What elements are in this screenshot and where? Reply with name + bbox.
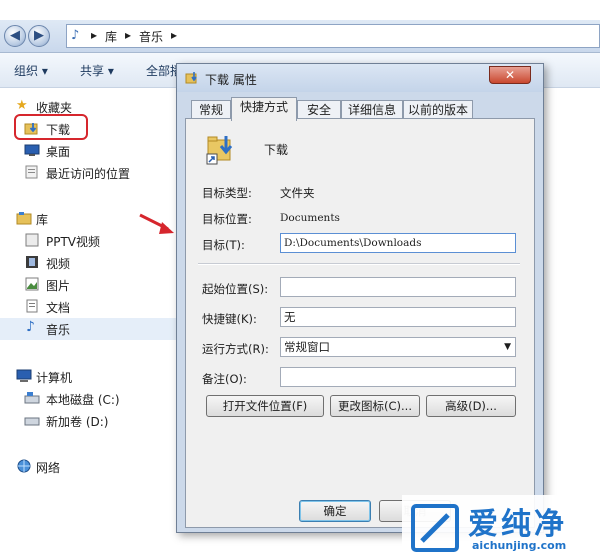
run-select[interactable]: 常规窗口 ▼ bbox=[280, 337, 516, 357]
shortcut-key-input[interactable]: 无 bbox=[280, 307, 516, 327]
video-library-icon bbox=[25, 233, 39, 247]
forward-button[interactable]: ▶ bbox=[28, 25, 50, 47]
red-arrow-icon bbox=[139, 213, 174, 234]
downloads-folder-icon bbox=[24, 123, 38, 135]
documents-icon bbox=[26, 299, 38, 313]
run-label: 运行方式(R): bbox=[202, 342, 269, 356]
open-file-location-button[interactable]: 打开文件位置(F) bbox=[206, 395, 324, 417]
tab-security[interactable]: 安全 bbox=[297, 100, 341, 120]
pictures-icon bbox=[25, 277, 39, 291]
target-location-value: Documents bbox=[280, 212, 340, 224]
target-type-label: 目标类型: bbox=[202, 186, 252, 200]
nav-network-label: 网络 bbox=[36, 461, 61, 475]
nav-item-drive-c[interactable]: 本地磁盘 (C:) bbox=[0, 388, 176, 410]
network-icon bbox=[17, 459, 31, 473]
logo-mark-icon bbox=[411, 504, 459, 552]
tab-previous-versions[interactable]: 以前的版本 bbox=[403, 100, 473, 120]
logo-url: aichunjing.com bbox=[472, 539, 567, 552]
target-type-value: 文件夹 bbox=[280, 186, 315, 200]
breadcrumb-sep-icon: ▸ bbox=[125, 28, 132, 42]
star-icon: ★ bbox=[16, 98, 28, 113]
site-logo: 爱纯净 aichunjing.com bbox=[402, 495, 600, 560]
close-icon: ✕ bbox=[504, 68, 516, 82]
logo-text: 爱纯净 bbox=[468, 507, 567, 542]
target-label: 目标(T): bbox=[202, 238, 245, 252]
tab-details[interactable]: 详细信息 bbox=[341, 100, 403, 120]
nav-item-pictures[interactable]: 图片 bbox=[0, 274, 176, 296]
properties-dialog: 下载 属性 ✕ 常规 快捷方式 安全 详细信息 以前的版本 下载 目标类型: 文… bbox=[176, 63, 544, 533]
tab-shortcut[interactable]: 快捷方式 bbox=[231, 97, 297, 121]
nav-drive-d-label: 新加卷 (D:) bbox=[46, 415, 109, 429]
nav-drive-c-label: 本地磁盘 (C:) bbox=[46, 393, 120, 407]
libraries-icon bbox=[16, 212, 32, 225]
nav-pptv-label: PPTV视频 bbox=[46, 235, 101, 249]
nav-item-documents[interactable]: 文档 bbox=[0, 296, 176, 318]
folder-download-icon bbox=[185, 72, 197, 84]
nav-item-drive-d[interactable]: 新加卷 (D:) bbox=[0, 410, 176, 432]
organize-menu[interactable]: 组织 ▾ bbox=[14, 62, 48, 79]
desktop-icon bbox=[24, 144, 40, 156]
nav-videos-label: 视频 bbox=[46, 257, 71, 271]
nav-network[interactable]: 网络 bbox=[0, 456, 176, 478]
dialog-tab-content: 下载 目标类型: 文件夹 目标位置: Documents 目标(T): D:\D… bbox=[185, 118, 535, 528]
nav-desktop-label: 桌面 bbox=[46, 145, 71, 159]
music-note-icon: ♪ bbox=[26, 319, 35, 335]
ok-button[interactable]: 确定 bbox=[299, 500, 371, 522]
breadcrumb-music[interactable]: 音乐 bbox=[139, 28, 163, 45]
nav-downloads-label: 下载 bbox=[46, 123, 71, 137]
nav-computer[interactable]: 计算机 bbox=[0, 366, 176, 388]
recent-places-icon bbox=[25, 165, 38, 179]
close-button[interactable]: ✕ bbox=[489, 66, 531, 84]
dropdown-arrow-icon: ▼ bbox=[504, 342, 511, 352]
target-input[interactable]: D:\Documents\Downloads bbox=[280, 233, 516, 253]
tab-general[interactable]: 常规 bbox=[191, 100, 231, 120]
drive-icon bbox=[24, 417, 40, 426]
shortcut-key-label: 快捷键(K): bbox=[202, 312, 257, 326]
breadcrumb-sep-icon: ▸ bbox=[171, 28, 178, 42]
breadcrumb-library[interactable]: 库 bbox=[105, 28, 117, 45]
shortcut-name: 下载 bbox=[264, 143, 289, 157]
separator bbox=[198, 263, 520, 265]
nav-item-desktop[interactable]: 桌面 bbox=[0, 140, 176, 162]
nav-music-label: 音乐 bbox=[46, 323, 71, 337]
nav-recent-label: 最近访问的位置 bbox=[46, 167, 131, 181]
nav-item-music[interactable]: ♪ 音乐 bbox=[0, 318, 176, 340]
target-location-label: 目标位置: bbox=[202, 212, 252, 226]
nav-documents-label: 文档 bbox=[46, 301, 71, 315]
film-icon bbox=[26, 256, 38, 268]
nav-item-videos[interactable]: 视频 bbox=[0, 252, 176, 274]
change-icon-button[interactable]: 更改图标(C)... bbox=[330, 395, 420, 417]
nav-item-downloads[interactable]: 下载 bbox=[0, 114, 176, 140]
nav-pictures-label: 图片 bbox=[46, 279, 71, 293]
run-select-value: 常规窗口 bbox=[284, 340, 330, 354]
system-drive-icon bbox=[24, 392, 40, 404]
music-icon: ♪ bbox=[71, 28, 80, 43]
breadcrumb-sep-icon: ▸ bbox=[91, 28, 98, 42]
address-field[interactable]: ♪ ▸ 库 ▸ 音乐 ▸ bbox=[66, 24, 600, 48]
nav-libraries-label: 库 bbox=[36, 213, 49, 227]
navigation-pane: ★ 收藏夹 下载 桌面 最近访问的位置 库 PPTV视频 视频 图片 文档 ♪ … bbox=[0, 88, 176, 560]
nav-item-recent-places[interactable]: 最近访问的位置 bbox=[0, 162, 176, 184]
start-in-input[interactable] bbox=[280, 277, 516, 297]
nav-computer-label: 计算机 bbox=[36, 371, 73, 385]
comment-label: 备注(O): bbox=[202, 372, 247, 386]
comment-input[interactable] bbox=[280, 367, 516, 387]
start-in-label: 起始位置(S): bbox=[202, 282, 269, 296]
share-menu[interactable]: 共享 ▾ bbox=[80, 62, 114, 79]
computer-icon bbox=[16, 369, 32, 382]
shortcut-folder-icon bbox=[206, 136, 233, 165]
advanced-button[interactable]: 高级(D)... bbox=[426, 395, 516, 417]
back-button[interactable]: ◀ bbox=[4, 25, 26, 47]
dialog-title: 下载 属性 bbox=[205, 73, 257, 87]
dialog-titlebar[interactable]: 下载 属性 ✕ bbox=[177, 64, 543, 92]
address-bar-row: ◀ ▶ ♪ ▸ 库 ▸ 音乐 ▸ bbox=[0, 20, 600, 53]
